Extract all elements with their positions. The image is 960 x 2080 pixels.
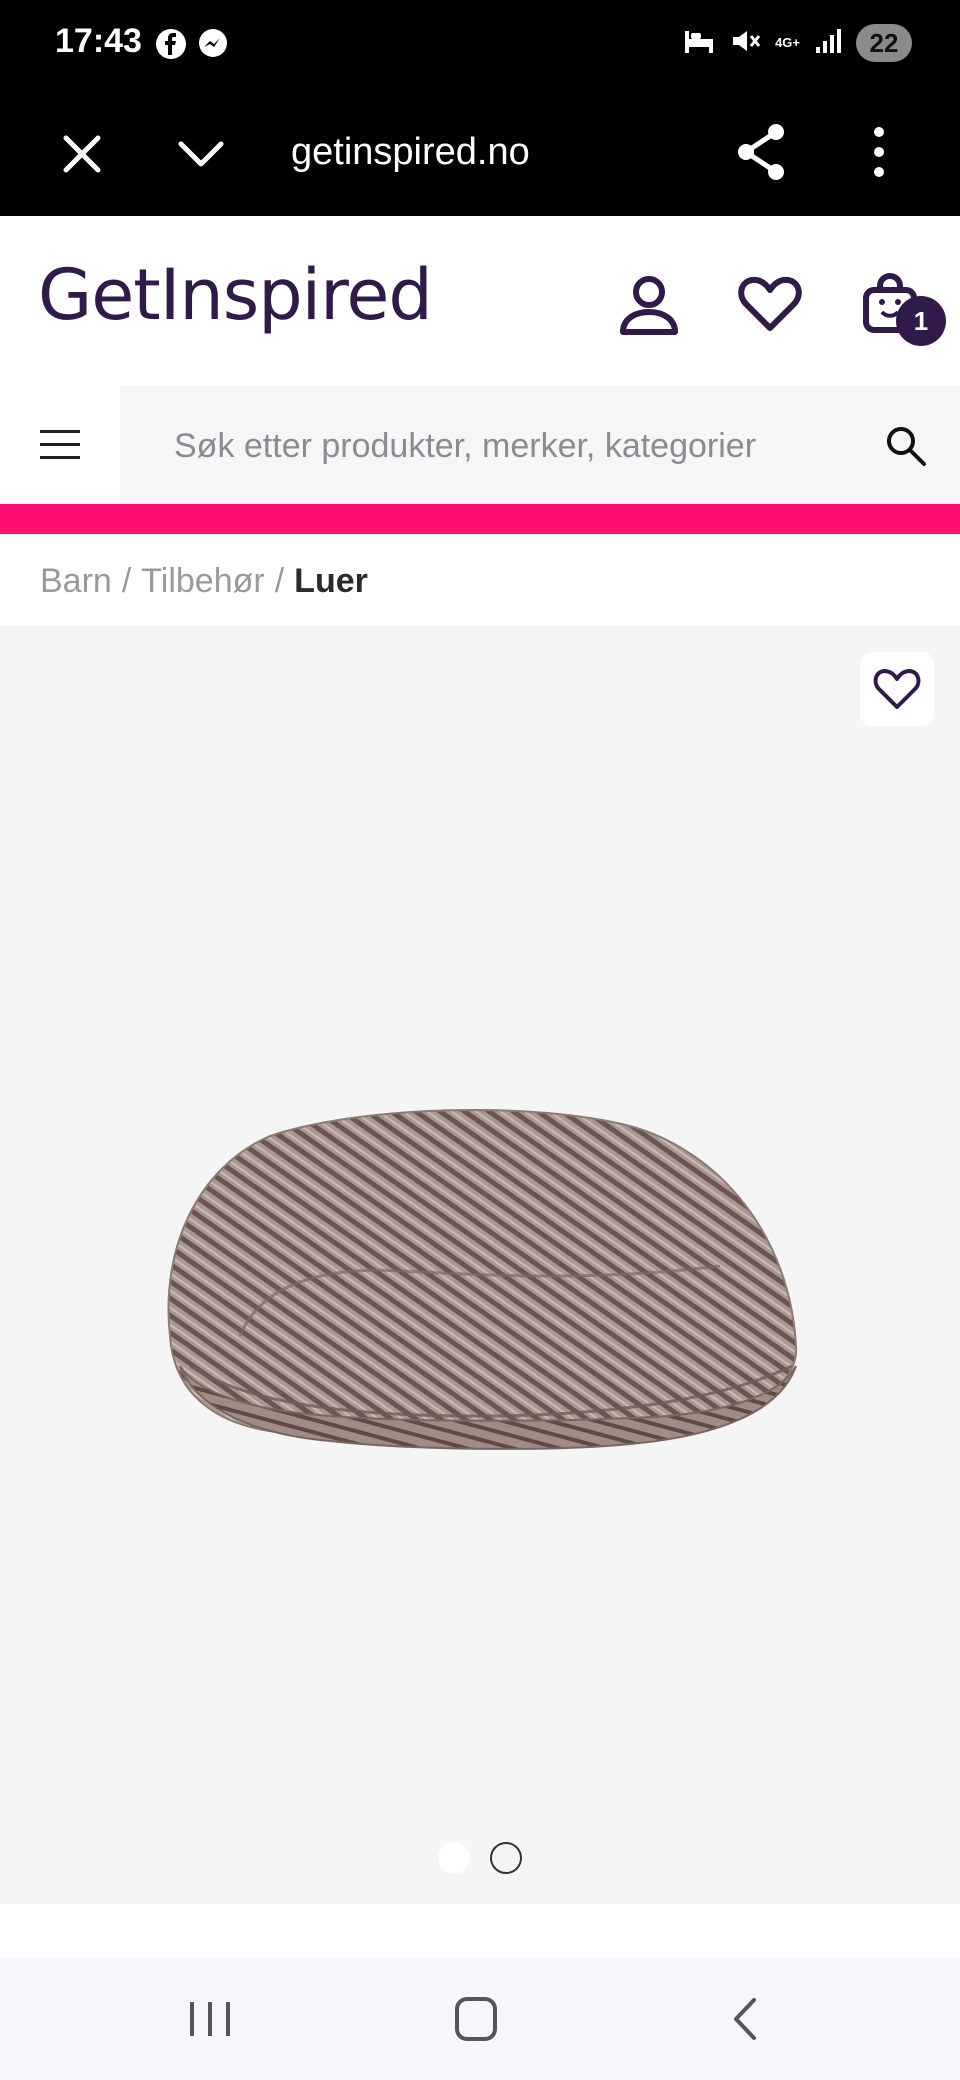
mute-icon <box>729 25 761 62</box>
recent-apps-icon[interactable] <box>180 1994 240 2044</box>
battery-indicator: 22 <box>856 24 912 62</box>
breadcrumb-separator: / <box>121 562 132 600</box>
close-icon[interactable] <box>58 130 106 178</box>
signal-icon <box>814 27 842 60</box>
more-icon[interactable] <box>864 122 894 182</box>
url-text[interactable]: getinspired.no <box>291 120 530 184</box>
system-navigation-bar <box>0 1958 960 2080</box>
back-icon[interactable] <box>718 1994 778 2044</box>
menu-icon[interactable] <box>0 386 120 504</box>
accent-strip <box>0 504 960 534</box>
wishlist-heart-icon[interactable] <box>860 652 934 726</box>
breadcrumb-item-tilbehor[interactable]: Tilbehør <box>141 554 264 608</box>
breadcrumb-item-barn[interactable]: Barn <box>40 554 112 608</box>
browser-toolbar: getinspired.no <box>0 92 960 216</box>
product-gallery[interactable] <box>0 626 960 1904</box>
facebook-icon <box>155 28 187 65</box>
chevron-down-icon[interactable] <box>175 130 227 178</box>
account-icon[interactable] <box>617 272 681 336</box>
search-input[interactable] <box>172 416 852 476</box>
sleep-icon <box>683 27 715 60</box>
gallery-dot-2[interactable] <box>490 1842 522 1874</box>
gallery-dot-1[interactable] <box>438 1842 470 1874</box>
network-type: 4G+ <box>775 35 800 50</box>
share-icon[interactable] <box>734 122 788 182</box>
heart-icon[interactable] <box>738 272 802 336</box>
messenger-icon <box>197 28 229 65</box>
breadcrumb-current: Luer <box>294 562 368 600</box>
breadcrumb: Barn / Tilbehør / Luer <box>40 554 368 608</box>
gallery-pagination <box>438 1842 522 1874</box>
breadcrumb-separator: / <box>274 562 285 600</box>
search-icon[interactable] <box>884 424 928 468</box>
search-box <box>120 386 960 504</box>
search-row <box>0 386 960 504</box>
status-bar: 17:43 4G+ 22 <box>0 0 960 92</box>
status-time: 17:43 <box>55 22 142 60</box>
home-icon[interactable] <box>447 1994 507 2044</box>
site-logo[interactable]: GetInspired <box>38 254 433 336</box>
product-image-flat-cap[interactable] <box>160 1066 800 1466</box>
cart-count-badge[interactable]: 1 <box>896 296 946 346</box>
site-header: GetInspired <box>0 216 960 386</box>
